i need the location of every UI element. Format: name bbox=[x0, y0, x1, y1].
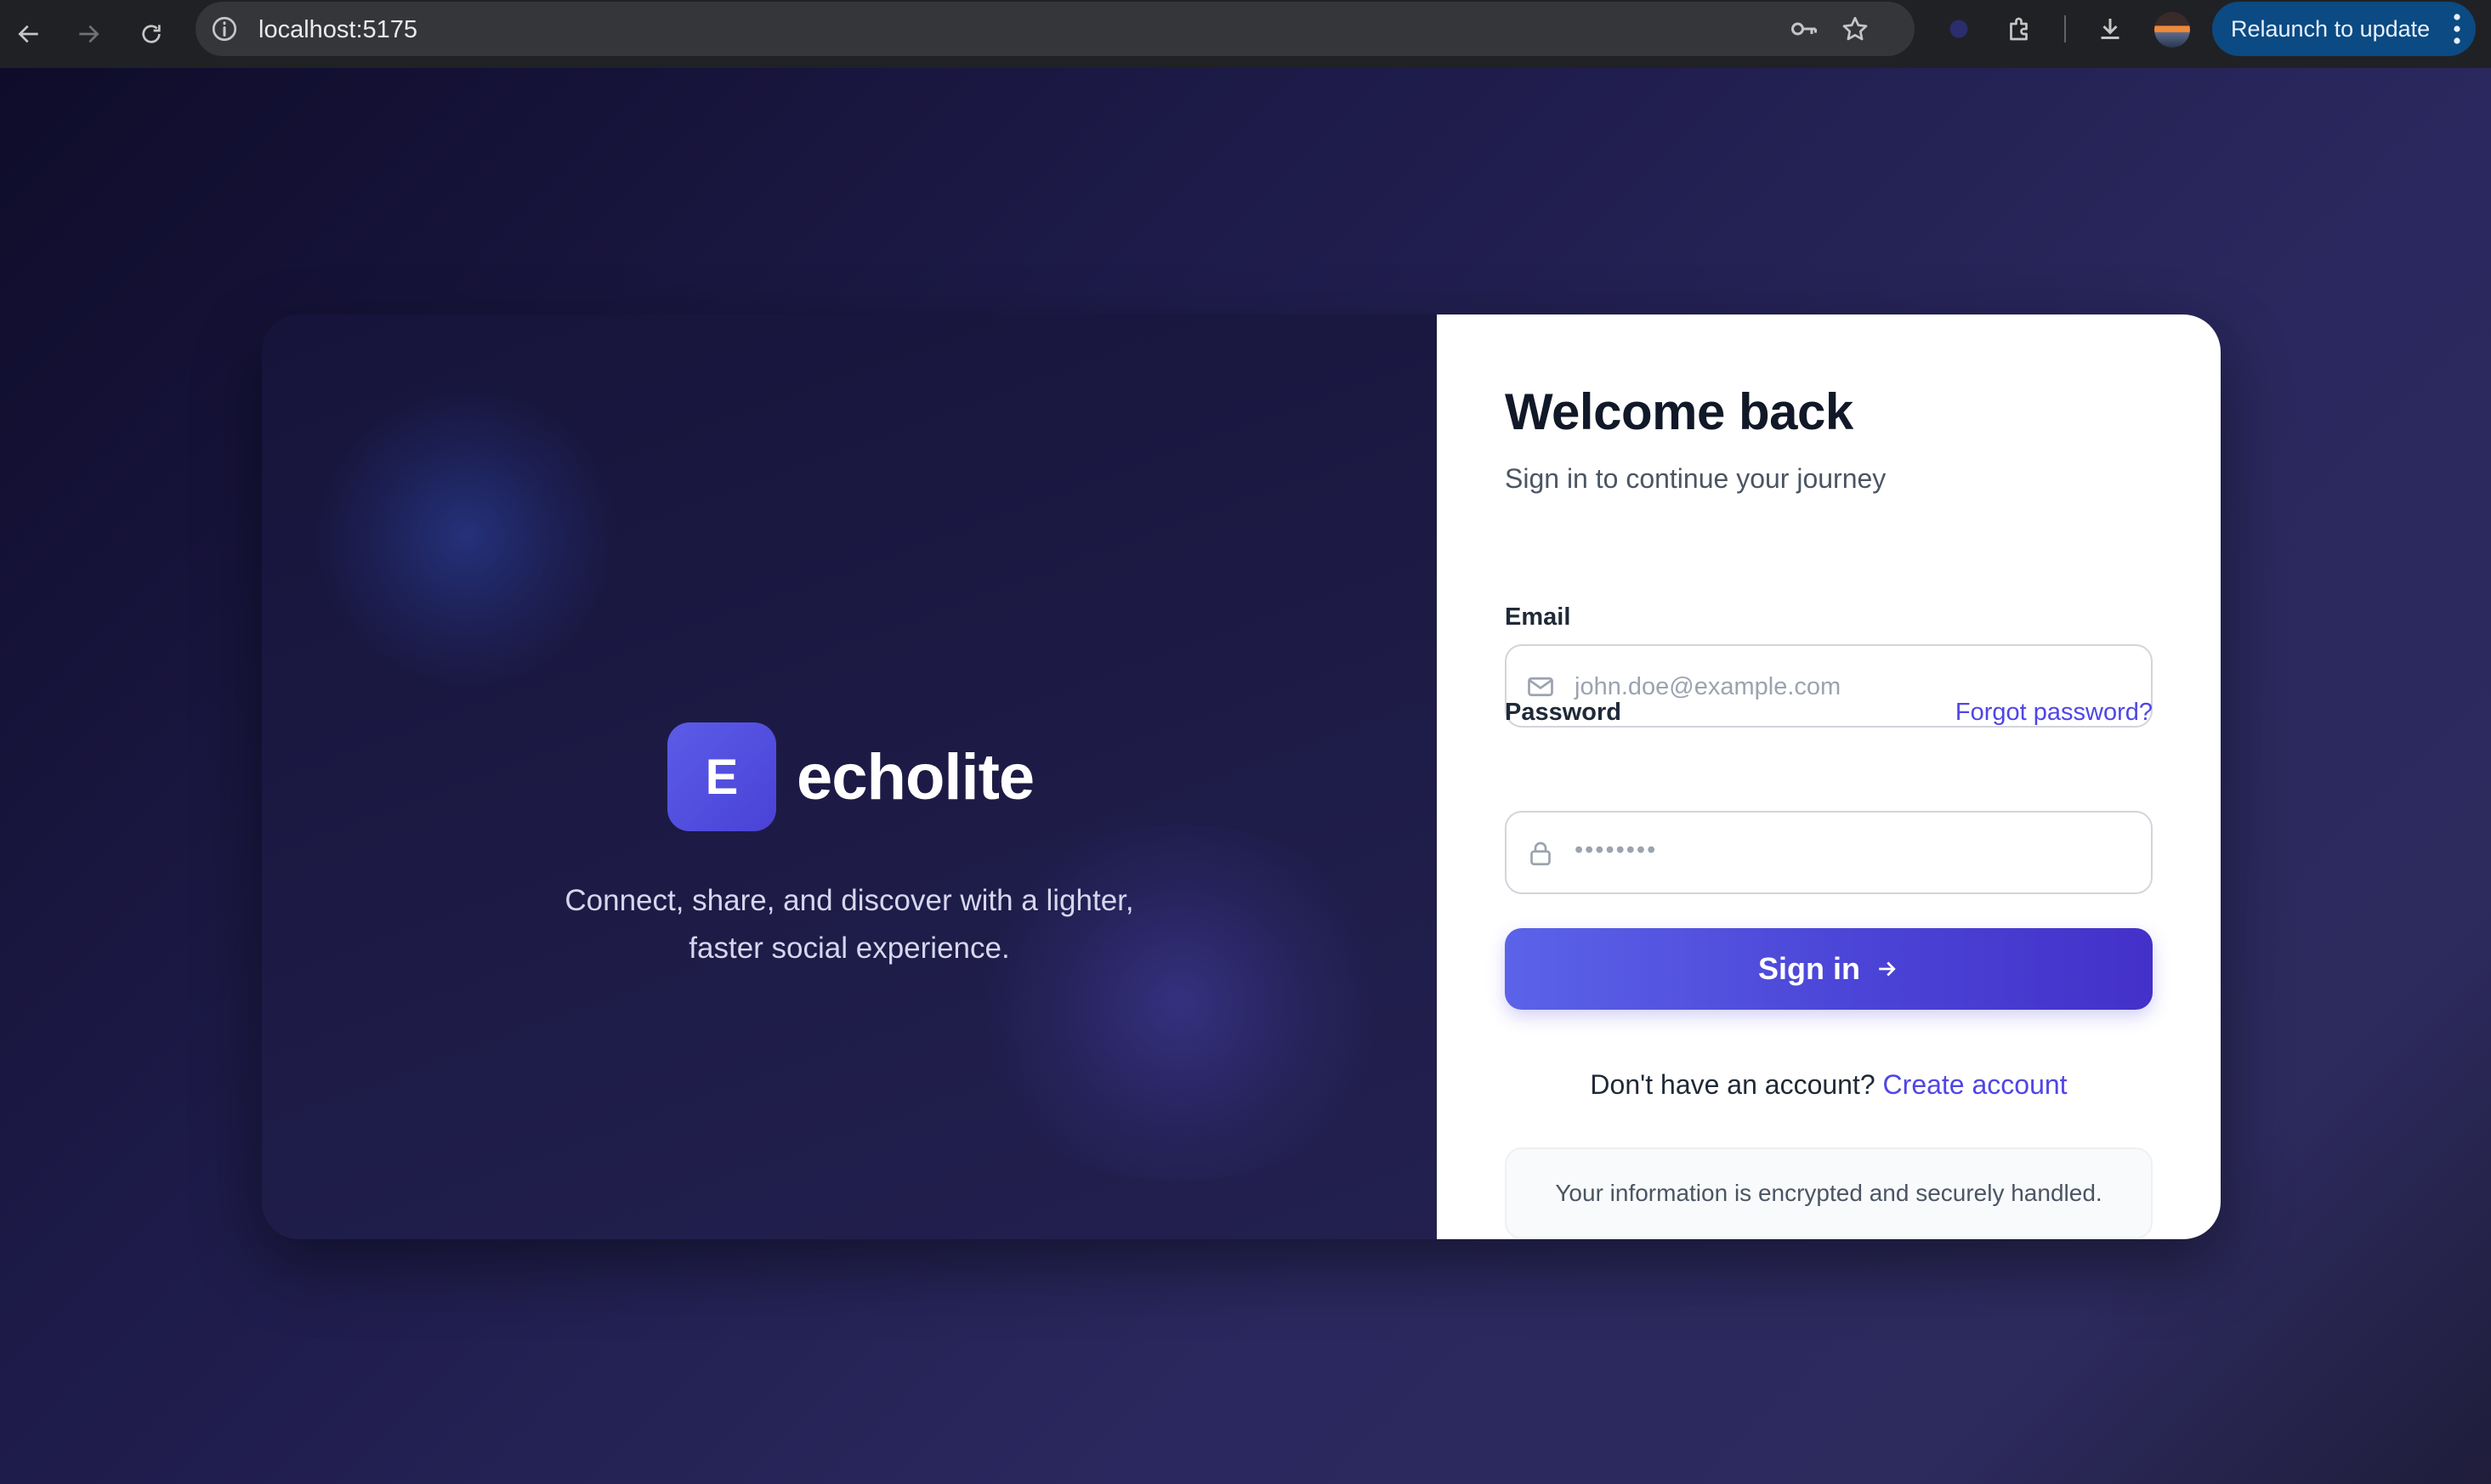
signup-prompt: Don't have an account? bbox=[1590, 1069, 1875, 1100]
puzzle-icon bbox=[2010, 17, 2028, 41]
sign-in-button[interactable]: Sign in bbox=[1505, 928, 2153, 1010]
arrow-right-icon bbox=[79, 25, 99, 43]
logo-badge: E bbox=[667, 722, 776, 831]
brand-name: echolite bbox=[797, 740, 1035, 813]
extension-icon[interactable] bbox=[1942, 12, 1976, 46]
info-icon[interactable] bbox=[209, 14, 240, 44]
browser-toolbar: localhost:5175 Relaunch to update bbox=[0, 0, 2491, 68]
forgot-password-link[interactable]: Forgot password? bbox=[1955, 699, 2153, 727]
arrow-right-icon bbox=[1879, 961, 1896, 977]
relaunch-label: Relaunch to update bbox=[2231, 15, 2431, 42]
extensions-button[interactable] bbox=[2003, 12, 2037, 46]
login-page: E echolite Connect, share, and discover … bbox=[0, 68, 2491, 1484]
tagline-line: Connect, share, and discover with a ligh… bbox=[565, 884, 1134, 917]
reload-button[interactable] bbox=[129, 12, 173, 56]
url-text[interactable]: localhost:5175 bbox=[258, 16, 417, 43]
decorative-glow bbox=[313, 382, 619, 688]
toolbar-divider bbox=[2064, 15, 2066, 42]
password-label: Password bbox=[1505, 699, 1621, 726]
brand-panel: E echolite Connect, share, and discover … bbox=[262, 314, 1437, 1239]
brand-logo: E echolite bbox=[667, 722, 1035, 831]
download-icon bbox=[2101, 19, 2119, 39]
sign-in-label: Sign in bbox=[1758, 951, 1860, 986]
profile-avatar[interactable] bbox=[2154, 12, 2190, 48]
mail-icon bbox=[1528, 677, 1553, 697]
page-subtitle: Sign in to continue your journey bbox=[1505, 463, 1887, 494]
reload-icon bbox=[142, 25, 161, 43]
email-label: Email bbox=[1505, 603, 1571, 631]
key-icon[interactable] bbox=[1789, 14, 1819, 44]
star-icon[interactable] bbox=[1840, 14, 1870, 44]
more-menu-icon[interactable] bbox=[2454, 14, 2460, 44]
address-bar[interactable]: localhost:5175 bbox=[196, 2, 1915, 56]
security-note-text: Your information is encrypted and secure… bbox=[1555, 1180, 2102, 1206]
password-placeholder: •••••••• bbox=[1575, 836, 1658, 864]
auth-card: E echolite Connect, share, and discover … bbox=[262, 314, 2221, 1239]
create-account-link[interactable]: Create account bbox=[1883, 1069, 2068, 1100]
brand-tagline: Connect, share, and discover with a ligh… bbox=[467, 877, 1232, 972]
downloads-button[interactable] bbox=[2093, 12, 2127, 46]
email-placeholder: john.doe@example.com bbox=[1575, 673, 1841, 700]
page-title: Welcome back bbox=[1505, 383, 1853, 440]
security-note: Your information is encrypted and secure… bbox=[1505, 1147, 2153, 1239]
password-field[interactable]: •••••••• bbox=[1505, 811, 2153, 894]
lock-icon bbox=[1530, 841, 1551, 866]
tagline-line: faster social experience. bbox=[689, 932, 1010, 965]
back-button[interactable] bbox=[7, 12, 51, 56]
relaunch-button[interactable]: Relaunch to update bbox=[2212, 2, 2476, 56]
forward-button[interactable] bbox=[66, 12, 111, 56]
signup-prompt-row: Don't have an account? Create account bbox=[1505, 1069, 2153, 1101]
login-form: Welcome back Sign in to continue your jo… bbox=[1437, 314, 2221, 1239]
arrow-left-icon bbox=[18, 25, 38, 43]
extension-blob-icon bbox=[1949, 20, 1968, 38]
